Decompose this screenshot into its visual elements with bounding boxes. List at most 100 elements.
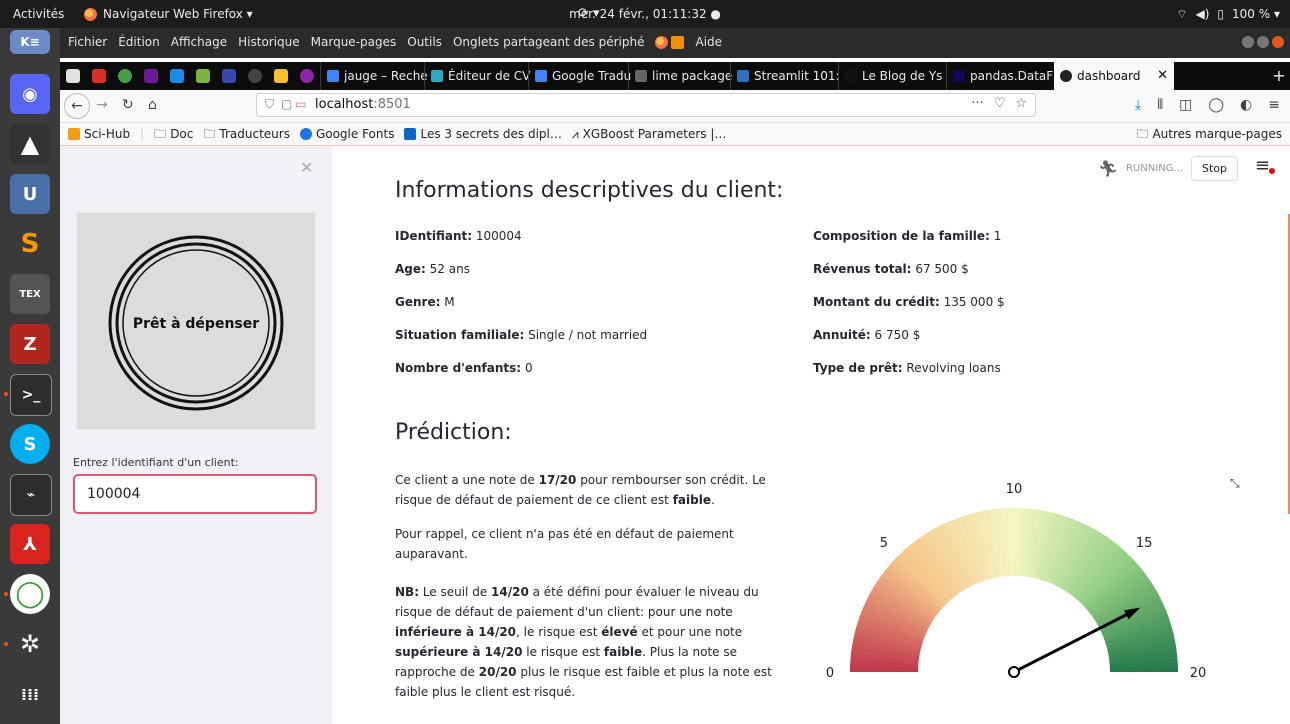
- extension-icon[interactable]: ◐: [1240, 90, 1252, 120]
- gmail-icon[interactable]: [92, 69, 106, 83]
- page-actions-icon[interactable]: ···: [971, 96, 983, 111]
- forward-icon[interactable]: →: [96, 90, 108, 120]
- tab-dashboard[interactable]: dashboard ✕: [1054, 62, 1174, 90]
- threshold-note: NB: Le seuil de 14/20 a été défini pour …: [395, 585, 772, 699]
- menu-edition[interactable]: Édition: [118, 28, 160, 56]
- show-applications-icon[interactable]: ⁞⁞⁞: [10, 674, 50, 714]
- close-tab-icon[interactable]: ✕: [1157, 62, 1174, 90]
- tab-pandas-dataframe[interactable]: pandas.DataF: [946, 62, 1059, 90]
- bookmark-folder-traducteurs[interactable]: 🗀 Traducteurs: [203, 123, 290, 145]
- sidebar-icon[interactable]: ◫: [1179, 90, 1192, 120]
- client-id-label: Entrez l'identifiant d'un client:: [73, 456, 239, 469]
- discord-icon[interactable]: ◉: [10, 74, 50, 114]
- menu-marque-pages[interactable]: Marque-pages: [311, 28, 397, 56]
- firefox-icon: [655, 35, 669, 49]
- pocket-icon[interactable]: ♡: [994, 96, 1006, 111]
- menu-fichier[interactable]: Fichier: [68, 28, 107, 56]
- bookmark-linkedin[interactable]: Les 3 secrets des dipl…: [404, 123, 562, 145]
- bookmark-google-fonts[interactable]: Google Fonts: [299, 123, 394, 145]
- pinned-tab-icon[interactable]: [222, 69, 236, 83]
- client-family-status-field: Situation familiale: Single / not marrie…: [395, 328, 648, 342]
- reload-icon[interactable]: ↻: [122, 90, 134, 120]
- gauge-tick-label: 10: [1006, 482, 1023, 497]
- minimize-button[interactable]: [1242, 36, 1254, 48]
- back-icon[interactable]: ←: [64, 93, 90, 119]
- menu-onglets-partageant[interactable]: Onglets partageant des périphé: [453, 28, 645, 56]
- pinned-tab-icon[interactable]: [66, 69, 80, 83]
- tab-blog-ys[interactable]: Le Blog de Ys: [838, 62, 951, 90]
- bookmark-xgboost[interactable]: ⩘ XGBoost Parameters |…: [572, 123, 727, 145]
- pinned-tab-icon[interactable]: [170, 69, 184, 83]
- notification-dot: [1269, 168, 1275, 174]
- kde-connect-icon[interactable]: K≡: [10, 30, 50, 54]
- system-tray[interactable]: ⌔ ◀) ▯ 100 % ▾: [1176, 0, 1280, 28]
- bookmark-star-icon[interactable]: ☆: [1015, 96, 1027, 111]
- pdf-reader-icon[interactable]: ⅄: [10, 524, 50, 564]
- maximize-button[interactable]: [1257, 36, 1269, 48]
- logo-image: Prêt à dépenser: [76, 212, 316, 430]
- pinned-tab-icon[interactable]: [274, 69, 288, 83]
- firefox-icon: [84, 7, 97, 21]
- menu-historique[interactable]: Historique: [238, 28, 300, 56]
- app-menu[interactable]: Navigateur Web Firefox ▾: [84, 0, 253, 28]
- clock[interactable]: mer. 24 févr., 01:11:32 ●: [569, 7, 721, 21]
- menu-icon[interactable]: ≡: [1268, 90, 1280, 120]
- menu-affichage[interactable]: Affichage: [171, 28, 227, 56]
- pinned-tab-icon[interactable]: [118, 69, 132, 83]
- app-sidebar: ✕ Prêt à dépenser Entrez l'identifiant d…: [60, 146, 332, 724]
- document-icon: [635, 70, 647, 82]
- logo-text: Prêt à dépenser: [133, 316, 259, 332]
- tab-editeur-cv[interactable]: Éditeur de CV: [424, 62, 533, 90]
- installer-icon[interactable]: U: [10, 174, 50, 214]
- menu-outils[interactable]: Outils: [407, 28, 442, 56]
- google-fonts-icon: [299, 128, 312, 140]
- logo-rings: Prêt à dépenser: [108, 235, 284, 411]
- downloads-icon[interactable]: ⤓: [1135, 90, 1141, 120]
- other-bookmarks[interactable]: 🗀 Autres marque-pages: [1136, 123, 1282, 145]
- close-window-button[interactable]: [1272, 36, 1284, 48]
- chart-icon: ⩘: [571, 127, 579, 141]
- library-icon[interactable]: ⫴: [1157, 90, 1163, 120]
- wifi-icon: ⌔: [1176, 7, 1188, 21]
- activities-button[interactable]: Activités: [13, 0, 64, 28]
- dock: K≡ ◉ ▲ U S TEX Z >_ S ⌁ ⅄ ◯ ✲ ⁞⁞⁞: [0, 28, 60, 724]
- gauge-tick-label: 5: [880, 536, 888, 551]
- zotero-icon[interactable]: Z: [10, 324, 50, 364]
- page-info-icon[interactable]: ▢: [281, 97, 292, 111]
- tab-lime-package[interactable]: lime package: [628, 62, 735, 90]
- close-sidebar-icon[interactable]: ✕: [300, 158, 313, 177]
- pinned-tab-icon[interactable]: [300, 69, 314, 83]
- gauge-tick-label: 0: [826, 666, 834, 681]
- stop-button[interactable]: Stop: [1190, 156, 1238, 181]
- bookmark-sci-hub[interactable]: Sci-Hub: [68, 123, 130, 145]
- tab-google-traduction[interactable]: Google Tradu: [528, 62, 633, 90]
- tab-streamlit-101[interactable]: Streamlit 101:: [730, 62, 843, 90]
- anaconda-icon[interactable]: ◯: [10, 574, 50, 614]
- sublime-text-icon[interactable]: S: [10, 224, 50, 264]
- client-id-input[interactable]: [73, 474, 317, 514]
- hamburger-menu-icon[interactable]: ≡: [1255, 157, 1275, 175]
- home-icon[interactable]: ⌂: [148, 90, 157, 120]
- pinned-tab-icon[interactable]: [144, 69, 158, 83]
- github-icon[interactable]: [248, 69, 262, 83]
- terminal-icon[interactable]: >_: [10, 374, 52, 416]
- gauge-hub: [1008, 666, 1020, 678]
- system-monitor-icon[interactable]: ⌁: [10, 474, 52, 516]
- inkscape-icon[interactable]: ▲: [10, 124, 50, 164]
- web-app-icon[interactable]: ✲: [10, 624, 50, 664]
- tab-jauge[interactable]: jauge – Reche: [320, 62, 429, 90]
- bookmark-folder-doc[interactable]: 🗀 Doc: [154, 123, 193, 145]
- client-children-field: Nombre d'enfants: 0: [395, 361, 533, 375]
- account-icon[interactable]: ◯: [1208, 90, 1224, 120]
- folder-icon: 🗀: [203, 127, 216, 141]
- score-gauge: 0 5 10 15 20: [826, 482, 1206, 681]
- new-tab-button[interactable]: +: [1268, 62, 1290, 90]
- pinned-tab-icon[interactable]: [196, 69, 210, 83]
- running-man-icon: 🏃︎: [1097, 159, 1119, 178]
- skype-icon[interactable]: S: [10, 424, 50, 464]
- tracking-protection-icon[interactable]: ⛉: [265, 97, 274, 112]
- permissions-icon[interactable]: ▭: [295, 97, 306, 111]
- url-bar[interactable]: ⛉ ▢ ▭ localhost:8501 ··· ♡ ☆: [256, 93, 1036, 117]
- texmaker-icon[interactable]: TEX: [10, 274, 50, 314]
- menu-aide[interactable]: Aide: [695, 28, 722, 56]
